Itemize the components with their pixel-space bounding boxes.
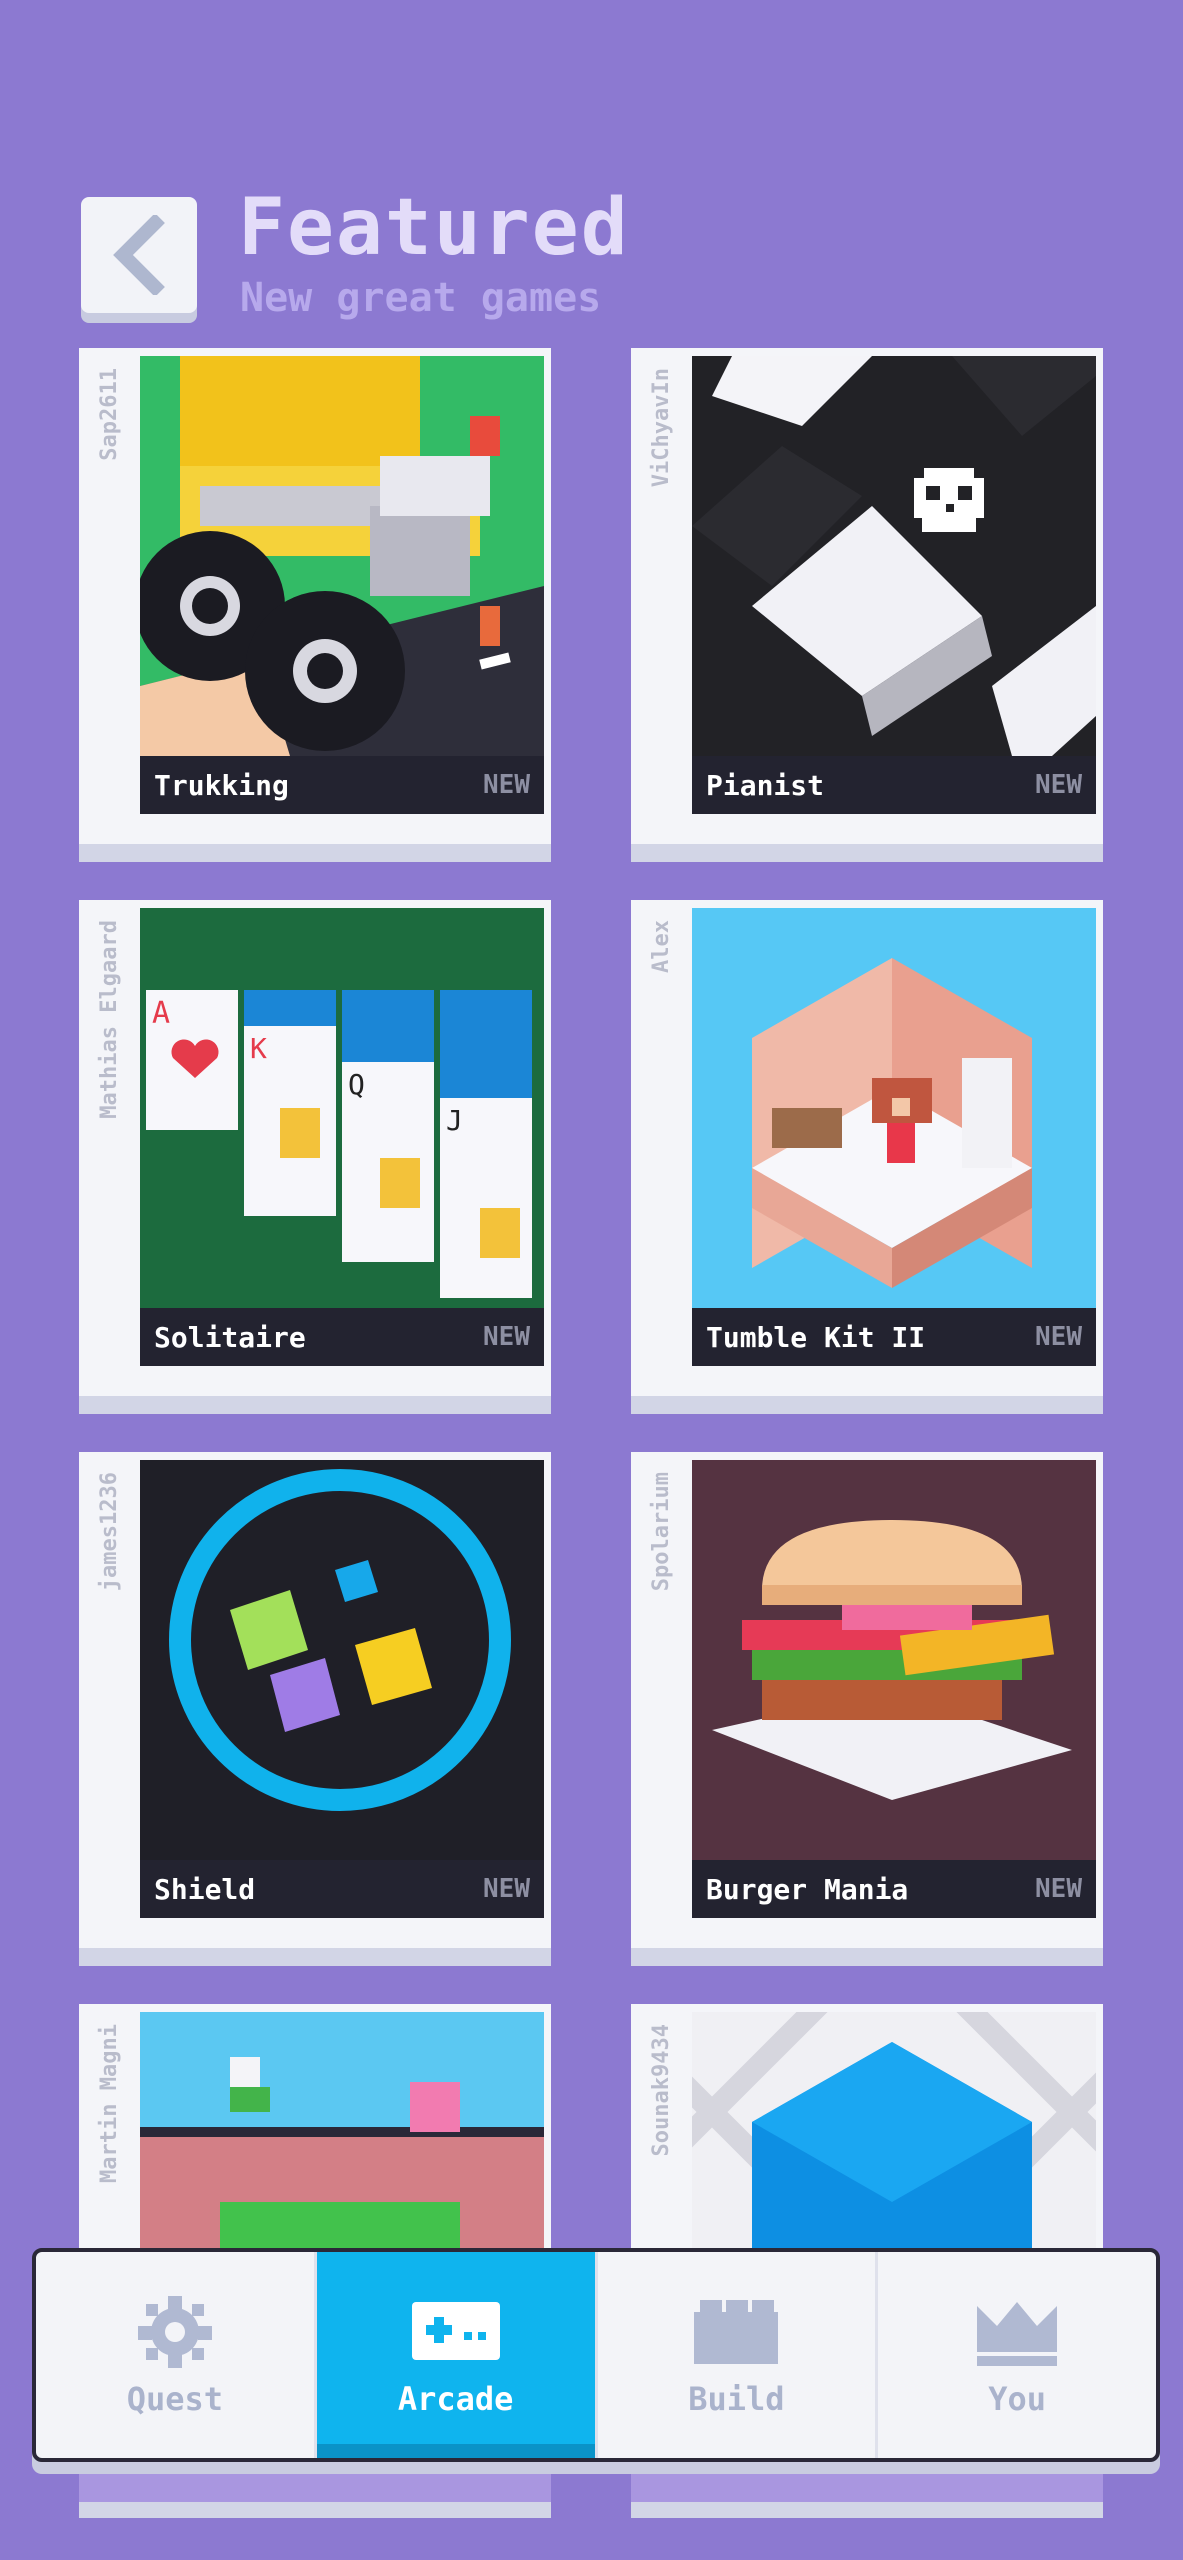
game-thumbnail [692,1460,1096,1860]
tab-label: Arcade [397,2380,514,2418]
game-author: Spolarium [648,1472,674,1592]
game-thumbnail: A K Q J [140,908,544,1308]
back-button[interactable] [81,197,197,313]
card-shadow [631,2462,1103,2502]
crown-icon [977,2302,1058,2366]
game-card-shield[interactable]: james1236 Shield NEW [79,1452,551,1948]
new-badge: NEW [483,1874,530,1904]
game-thumbnail [140,1460,544,1860]
game-author: Sounak9434 [648,2024,674,2157]
game-thumbnail [140,356,544,756]
tab-label: You [988,2380,1047,2418]
game-author: Sap2611 [96,368,122,461]
new-badge: NEW [1035,1322,1082,1352]
tab-quest[interactable]: Quest [36,2252,317,2458]
game-card-tumble-kit-ii[interactable]: Alex Tumble Kit II NEW [631,900,1103,1396]
game-card-burger-mania[interactable]: Spolarium Burger Mania NEW [631,1452,1103,1948]
game-card-trukking[interactable]: Sap2611 Trukking NEW [79,348,551,844]
svg-text:K: K [250,1032,267,1065]
game-author: Martin Magni [96,2024,122,2183]
game-title: Burger Mania [706,1872,909,1906]
bottom-tab-bar: Quest Arcade Build You [32,2248,1160,2462]
game-card-solitaire[interactable]: Mathias Elgaard A K Q J Solitaire NEW [79,900,551,1396]
svg-text:A: A [152,996,170,1031]
chevron-left-icon [113,215,165,295]
page-subtitle: New great games [240,275,602,321]
game-author: james1236 [96,1472,122,1592]
game-title: Solitaire [154,1320,306,1354]
tab-build[interactable]: Build [598,2252,879,2458]
brick-icon [694,2300,779,2364]
tab-arcade[interactable]: Arcade [316,2252,598,2458]
page-title: Featured [238,183,630,273]
new-badge: NEW [483,770,530,800]
tab-label: Build [688,2380,785,2418]
game-thumbnail [692,908,1096,1308]
gear-icon [137,2296,212,2368]
new-badge: NEW [1035,770,1082,800]
new-badge: NEW [1035,1874,1082,1904]
game-card-pianist[interactable]: ViChyavIn Pianist NEW [631,348,1103,844]
game-author: Alex [648,920,674,973]
game-title: Trukking [154,768,289,802]
svg-text:J: J [446,1104,463,1137]
game-title: Tumble Kit II [706,1320,926,1354]
svg-text:Q: Q [348,1068,365,1101]
game-author: ViChyavIn [648,368,674,488]
game-author: Mathias Elgaard [96,920,122,1119]
game-thumbnail [692,356,1096,756]
tab-label: Quest [126,2380,224,2418]
tab-you[interactable]: You [878,2252,1156,2458]
new-badge: NEW [483,1322,530,1352]
game-title: Pianist [706,768,825,802]
card-shadow [79,2462,551,2502]
game-title: Shield [154,1872,256,1906]
gamepad-icon [411,2302,500,2360]
